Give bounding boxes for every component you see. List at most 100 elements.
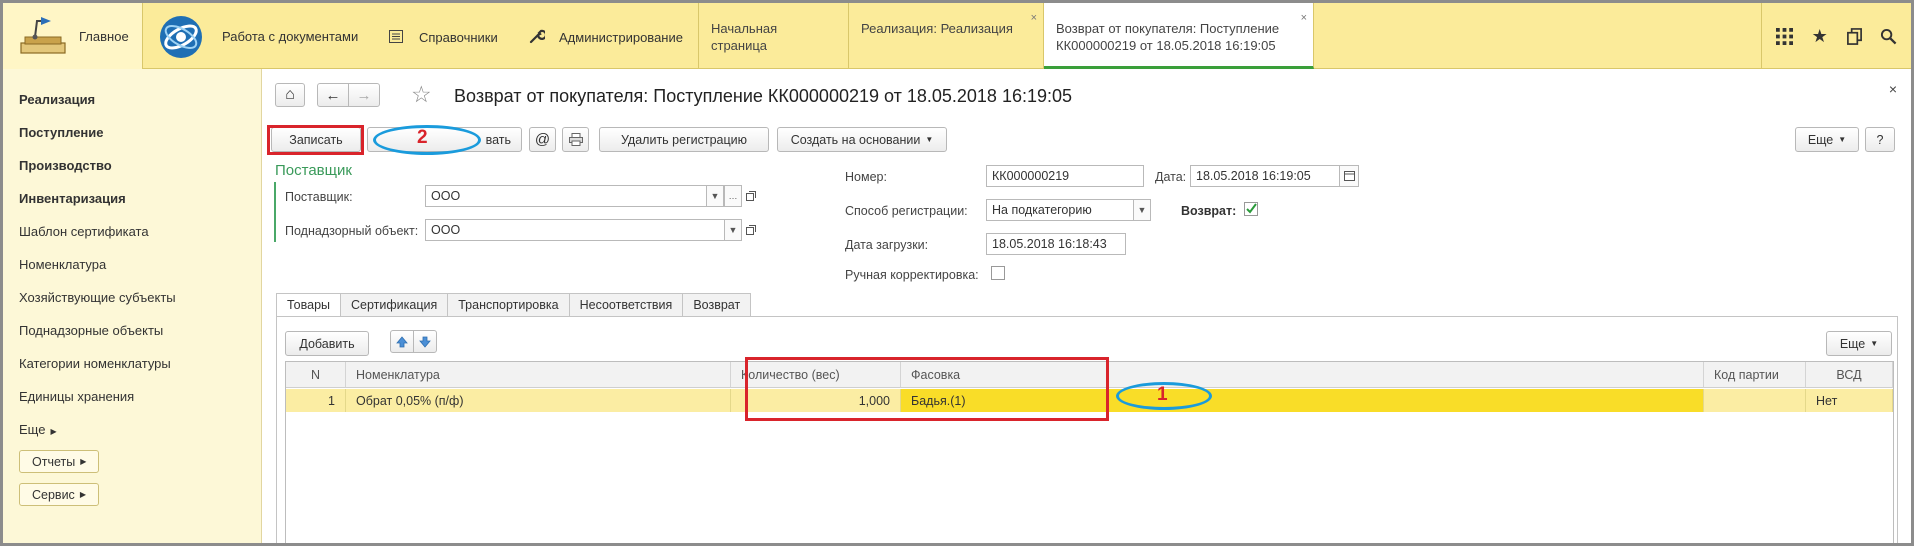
reports-label: Отчеты	[32, 454, 76, 469]
sidebar-item-inventory[interactable]: Инвентаризация	[19, 191, 126, 206]
number-field[interactable]: КК000000219	[986, 165, 1144, 187]
sidebar-more-label: Еще	[19, 422, 46, 437]
section-references-label: Справочники	[419, 30, 498, 45]
open-icon	[746, 225, 756, 235]
tab-nonconformities-label: Несоответствия	[579, 298, 673, 312]
more-button[interactable]: Еще ▼	[1795, 127, 1859, 152]
date-field[interactable]: 18.05.2018 16:19:05	[1190, 165, 1340, 187]
favorites-star-icon[interactable]: ★	[1810, 26, 1830, 46]
tab-return-document[interactable]: Возврат от покупателя: Поступление КК000…	[1044, 3, 1314, 69]
move-down-button[interactable]	[413, 330, 437, 353]
reports-button[interactable]: Отчеты ▶	[19, 450, 100, 473]
delete-registration-button[interactable]: Удалить регистрацию	[599, 127, 769, 152]
help-button[interactable]: ?	[1865, 127, 1895, 152]
close-icon[interactable]: ×	[1031, 10, 1037, 27]
goods-more-button[interactable]: Еще ▼	[1826, 331, 1892, 356]
cell-nomenclature[interactable]: Обрат 0,05% (п/ф)	[346, 389, 731, 412]
tab-certification[interactable]: Сертификация	[341, 293, 449, 317]
service-label: Сервис	[32, 487, 75, 502]
supplier-value: ООО	[431, 189, 461, 203]
supplier-field[interactable]: ООО	[425, 185, 707, 207]
history-icon[interactable]	[1846, 27, 1863, 45]
tab-realization[interactable]: Реализация: Реализация ×	[849, 3, 1044, 69]
tab-start-page[interactable]: Начальная страница	[699, 3, 849, 69]
column-header-vsd[interactable]: ВСД	[1806, 362, 1893, 388]
back-button[interactable]: ←	[317, 83, 349, 107]
sidebar-item-nomenclature-categories[interactable]: Категории номенклатуры	[19, 356, 171, 371]
add-label: Добавить	[299, 336, 355, 351]
sidebar-item-supervised-objects[interactable]: Поднадзорные объекты	[19, 323, 163, 338]
document-tabs: Товары Сертификация Транспортировка Несо…	[276, 293, 752, 317]
column-header-nomenclature[interactable]: Номенклатура	[346, 362, 731, 388]
section-home[interactable]: Главное	[3, 3, 143, 69]
print-button[interactable]	[562, 127, 589, 152]
load-date-field[interactable]: 18.05.2018 16:18:43	[986, 233, 1126, 255]
triangle-down-icon: ▼	[925, 135, 934, 144]
create-based-on-button[interactable]: Создать на основании ▼	[777, 127, 947, 152]
sidebar-item-production[interactable]: Производство	[19, 158, 112, 173]
triangle-down-icon: ▼	[710, 191, 720, 201]
supplier-open-button[interactable]	[742, 185, 760, 207]
registration-method-field[interactable]: На подкатегорию	[986, 199, 1134, 221]
sidebar-item-business-entities[interactable]: Хозяйствующие субъекты	[19, 290, 176, 305]
email-button[interactable]: @	[529, 127, 556, 152]
column-header-n[interactable]: N	[286, 362, 346, 388]
column-header-n-label: N	[310, 367, 321, 382]
group-bar	[274, 182, 276, 242]
supplier-select-button[interactable]: …	[724, 185, 742, 207]
column-header-vsd-label: ВСД	[1836, 367, 1862, 382]
post-label: вать	[485, 132, 511, 147]
arrow-down-icon	[419, 336, 431, 348]
tab-return[interactable]: Возврат	[683, 293, 752, 317]
cell-vsd[interactable]: Нет	[1806, 389, 1893, 412]
goods-more-label: Еще	[1839, 336, 1866, 351]
tab-goods[interactable]: Товары	[276, 293, 341, 317]
apps-grid-icon[interactable]	[1776, 27, 1794, 45]
calendar-button[interactable]	[1339, 165, 1359, 187]
annotation-number-1: 1	[1157, 384, 1168, 405]
object-open-button[interactable]	[742, 219, 760, 241]
create-based-on-label: Создать на основании	[790, 132, 921, 147]
cell-batch-code[interactable]	[1704, 389, 1806, 412]
page-title: Возврат от покупателя: Поступление КК000…	[454, 86, 1073, 106]
supplier-dropdown-button[interactable]: ▼	[706, 185, 724, 207]
forward-button[interactable]: →	[348, 83, 380, 107]
arrow-up-icon	[396, 335, 408, 347]
section-documents[interactable]: Работа с документами	[144, 3, 367, 69]
sidebar-item-certificate-template[interactable]: Шаблон сертификата	[19, 224, 149, 239]
add-button[interactable]: Добавить	[285, 331, 369, 356]
sidebar-item-nomenclature[interactable]: Номенклатура	[19, 257, 106, 272]
sidebar-item-more[interactable]: Еще ▶	[19, 422, 57, 437]
service-button[interactable]: Сервис ▶	[19, 483, 99, 506]
object-dropdown-button[interactable]: ▼	[724, 219, 742, 241]
open-icon	[746, 191, 756, 201]
close-icon[interactable]: ×	[1301, 10, 1307, 27]
sidebar-item-storage-units[interactable]: Единицы хранения	[19, 389, 134, 404]
column-header-batch-code[interactable]: Код партии	[1704, 362, 1806, 388]
at-icon: @	[534, 131, 551, 148]
arrow-right-icon: →	[356, 86, 372, 104]
triangle-down-icon: ▼	[1137, 205, 1147, 215]
return-label: Возврат:	[1181, 204, 1237, 218]
section-references[interactable]: Справочники	[381, 3, 511, 69]
column-header-nomenclature-label: Номенклатура	[356, 367, 440, 382]
search-icon[interactable]	[1880, 28, 1897, 45]
triangle-right-icon: ▶	[50, 427, 57, 436]
tab-transport[interactable]: Транспортировка	[448, 293, 570, 317]
favorite-star-icon[interactable]: ☆	[411, 81, 432, 108]
triangle-down-icon: ▼	[728, 225, 738, 235]
home-button[interactable]: ⌂	[275, 83, 305, 107]
tab-nonconformities[interactable]: Несоответствия	[569, 293, 684, 317]
sidebar-item-realization[interactable]: Реализация	[19, 92, 95, 107]
section-administration-label: Администрирование	[559, 30, 683, 45]
move-up-button[interactable]	[390, 330, 414, 353]
section-administration[interactable]: Администрирование	[525, 3, 695, 69]
return-checkbox[interactable]	[1244, 202, 1258, 216]
object-field[interactable]: ООО	[425, 219, 725, 241]
manual-correction-checkbox[interactable]	[991, 266, 1005, 280]
close-icon[interactable]: ×	[1889, 81, 1897, 97]
registration-method-dropdown[interactable]: ▼	[1133, 199, 1151, 221]
triangle-right-icon: ▶	[79, 490, 86, 499]
registration-method-value: На подкатегорию	[992, 203, 1092, 217]
sidebar-item-receipt[interactable]: Поступление	[19, 125, 104, 140]
